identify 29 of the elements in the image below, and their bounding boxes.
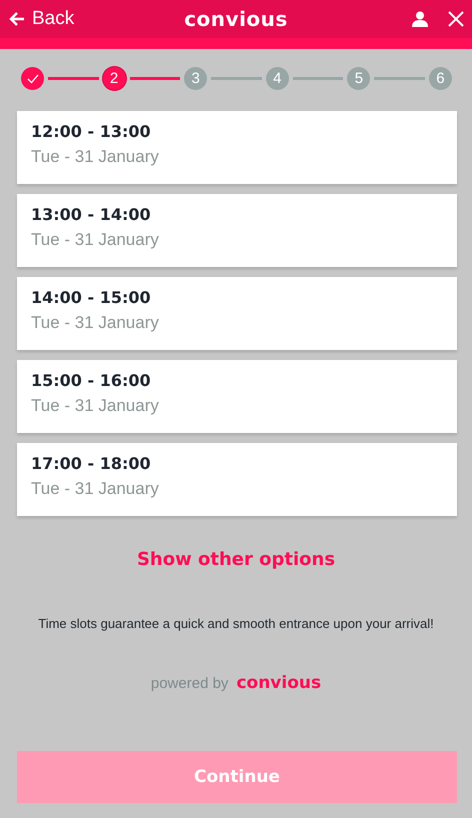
powered-by-text: powered by bbox=[150, 675, 228, 692]
slot-time: 12:00 - 13:00 bbox=[31, 122, 151, 141]
time-slot-card[interactable]: 12:00 - 13:00 Tue - 31 January bbox=[17, 111, 457, 184]
time-slot-card[interactable]: 13:00 - 14:00 Tue - 31 January bbox=[17, 194, 457, 267]
slot-time: 13:00 - 14:00 bbox=[31, 205, 151, 224]
info-text: Time slots guarantee a quick and smooth entrance upon your arrival! bbox=[38, 616, 434, 631]
user-icon[interactable] bbox=[412, 11, 428, 27]
step-indicator: 2 bbox=[102, 67, 126, 90]
slot-date: Tue - 31 January bbox=[31, 479, 159, 499]
time-slot-card[interactable]: 15:00 - 16:00 Tue - 31 January bbox=[17, 360, 457, 433]
back-button[interactable]: Back bbox=[8, 8, 74, 30]
step-indicator: 4 bbox=[266, 67, 289, 90]
close-icon[interactable] bbox=[448, 11, 464, 27]
time-slot-card[interactable]: 14:00 - 15:00 Tue - 31 January bbox=[17, 277, 457, 350]
slot-date: Tue - 31 January bbox=[31, 147, 159, 167]
step-indicator: 6 bbox=[428, 67, 452, 90]
check-icon bbox=[26, 74, 38, 84]
time-slot-card[interactable]: 17:00 - 18:00 Tue - 31 January bbox=[17, 443, 457, 516]
slot-time: 17:00 - 18:00 bbox=[31, 454, 151, 473]
slot-time: 15:00 - 16:00 bbox=[31, 371, 151, 390]
slot-date: Tue - 31 January bbox=[31, 396, 159, 416]
arrow-left-icon bbox=[8, 10, 26, 28]
slot-date: Tue - 31 January bbox=[31, 230, 159, 250]
slot-time: 14:00 - 15:00 bbox=[31, 288, 151, 307]
step-indicator: 3 bbox=[184, 67, 208, 90]
slot-date: Tue - 31 January bbox=[31, 313, 159, 333]
logo: convious bbox=[184, 7, 288, 31]
footer-logo: convious bbox=[236, 673, 322, 693]
step-indicator: 5 bbox=[347, 67, 370, 90]
